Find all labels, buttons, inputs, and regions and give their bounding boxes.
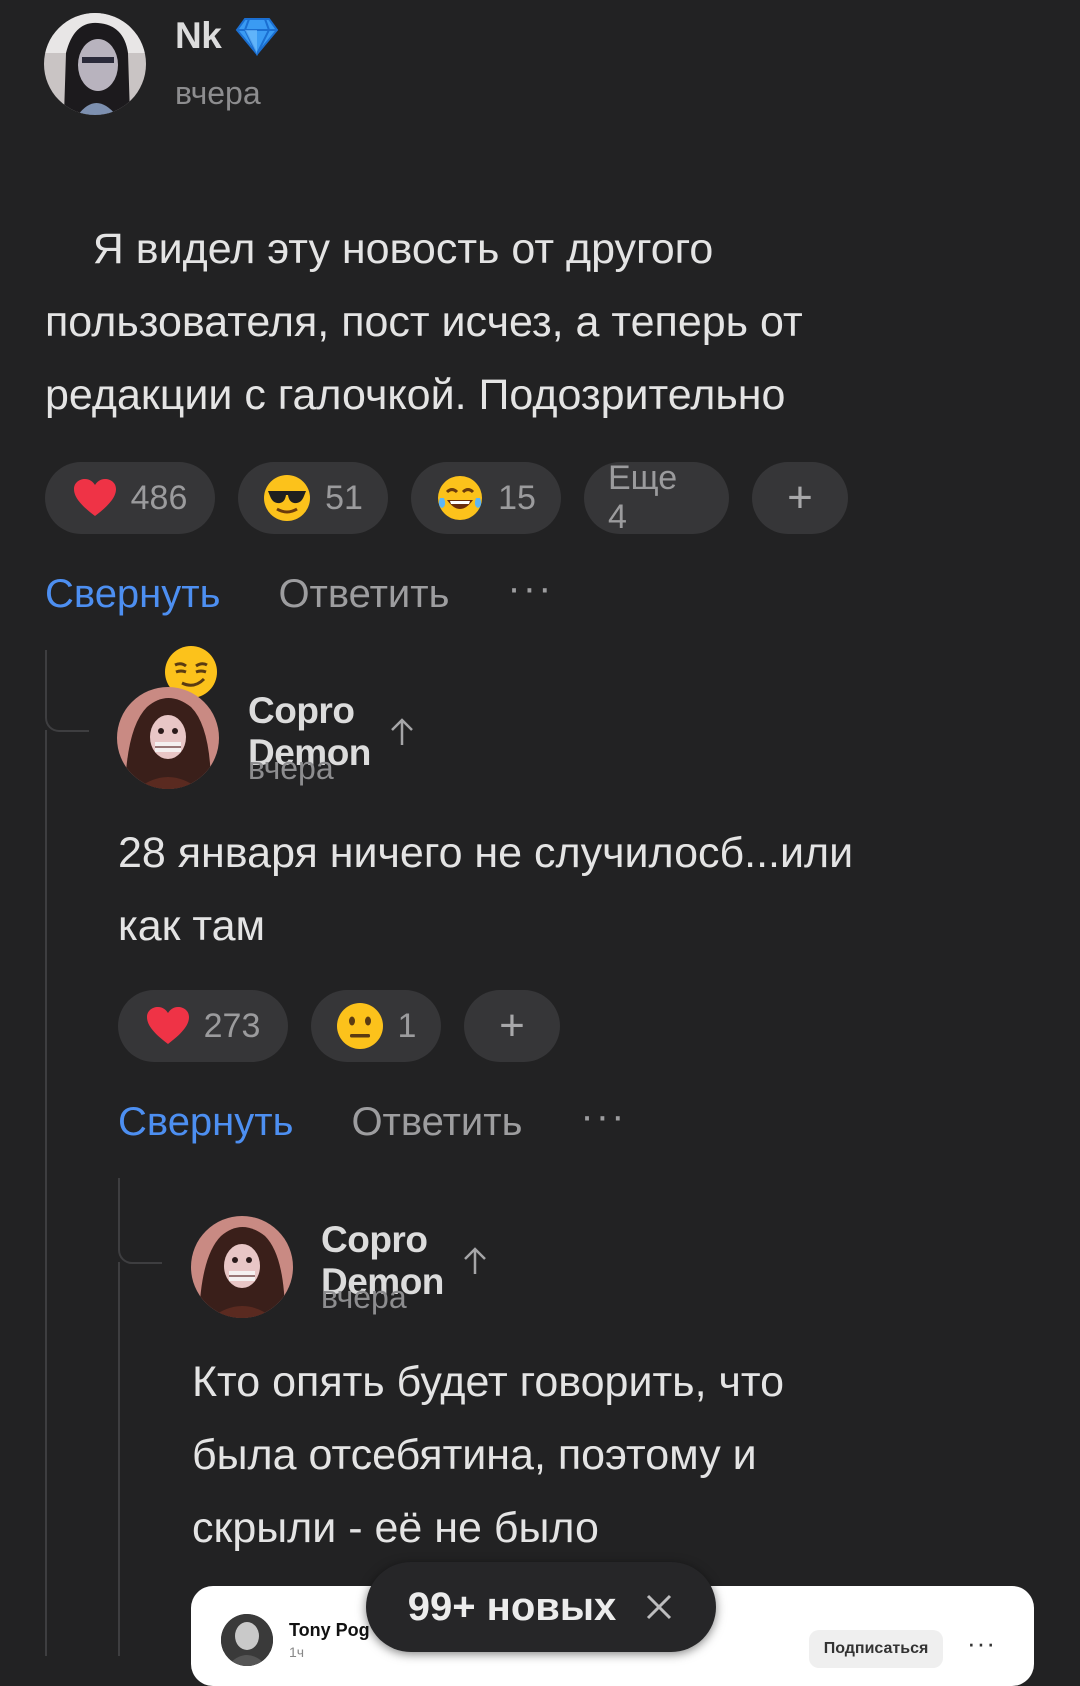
arrow-up-icon xyxy=(389,717,415,747)
embed-author-name[interactable]: Tony Pog xyxy=(289,1620,370,1641)
subscribe-button[interactable]: Подписаться xyxy=(809,1630,943,1668)
arrow-up-icon xyxy=(462,1246,488,1276)
reaction-tears-of-joy[interactable]: 15 xyxy=(411,462,561,534)
reaction-count: 15 xyxy=(498,478,536,517)
new-comments-label[interactable]: 99+ новых xyxy=(408,1585,617,1630)
embed-more-button[interactable]: ··· xyxy=(967,1628,996,1659)
avatar[interactable] xyxy=(44,13,146,115)
reaction-count: 273 xyxy=(203,1006,261,1045)
collapse-button[interactable]: Свернуть xyxy=(118,1100,293,1145)
thread-line xyxy=(45,730,47,1656)
thread-line xyxy=(118,1262,120,1656)
more-options-button[interactable]: ··· xyxy=(580,1094,626,1139)
reaction-neutral-face[interactable]: 1 xyxy=(311,990,441,1062)
reaction-count: 51 xyxy=(325,478,363,517)
new-comments-pill[interactable]: 99+ новых xyxy=(366,1562,716,1652)
more-reactions-label: Еще 4 xyxy=(608,459,678,536)
avatar xyxy=(221,1614,273,1666)
reaction-count: 486 xyxy=(130,478,188,517)
heart-icon xyxy=(73,478,117,518)
neutral-face-emoji-icon xyxy=(336,1002,384,1050)
more-options-button[interactable]: ··· xyxy=(507,566,553,611)
comment-time: вчера xyxy=(175,75,261,111)
heart-icon xyxy=(146,1006,190,1046)
comment-text: 28 января ничего не случилосб...или как … xyxy=(118,829,854,950)
sunglasses-emoji-icon xyxy=(263,474,311,522)
add-reaction-label: + xyxy=(787,473,813,522)
thread-line xyxy=(45,650,89,732)
avatar[interactable] xyxy=(117,687,219,789)
add-reaction-label: + xyxy=(499,1001,525,1050)
reaction-heart[interactable]: 273 xyxy=(118,990,288,1062)
embed-time: 1ч xyxy=(289,1644,305,1660)
add-reaction-button[interactable]: + xyxy=(464,990,560,1062)
reply-button[interactable]: Ответить xyxy=(351,1100,522,1145)
reaction-sunglasses[interactable]: 51 xyxy=(238,462,388,534)
comment-time: вчера xyxy=(321,1279,407,1315)
author-name[interactable]: Nk xyxy=(175,15,222,57)
more-reactions-button[interactable]: Еще 4 xyxy=(584,459,729,536)
add-reaction-button[interactable]: + xyxy=(752,462,848,534)
comment-time: вчера xyxy=(248,750,334,786)
thread-line xyxy=(118,1178,162,1264)
close-icon[interactable] xyxy=(644,1592,674,1622)
avatar[interactable] xyxy=(191,1216,293,1318)
collapse-button[interactable]: Свернуть xyxy=(45,572,220,617)
reaction-heart[interactable]: 486 xyxy=(45,462,215,534)
reaction-count: 1 xyxy=(397,1006,417,1045)
diamond-icon xyxy=(235,16,279,56)
tears-of-joy-emoji-icon xyxy=(436,474,484,522)
comment-text: Я видел эту новость от другого пользоват… xyxy=(45,225,815,419)
reply-button[interactable]: Ответить xyxy=(278,572,449,617)
comment-text: Кто опять будет говорить, что была отсеб… xyxy=(192,1358,785,1552)
